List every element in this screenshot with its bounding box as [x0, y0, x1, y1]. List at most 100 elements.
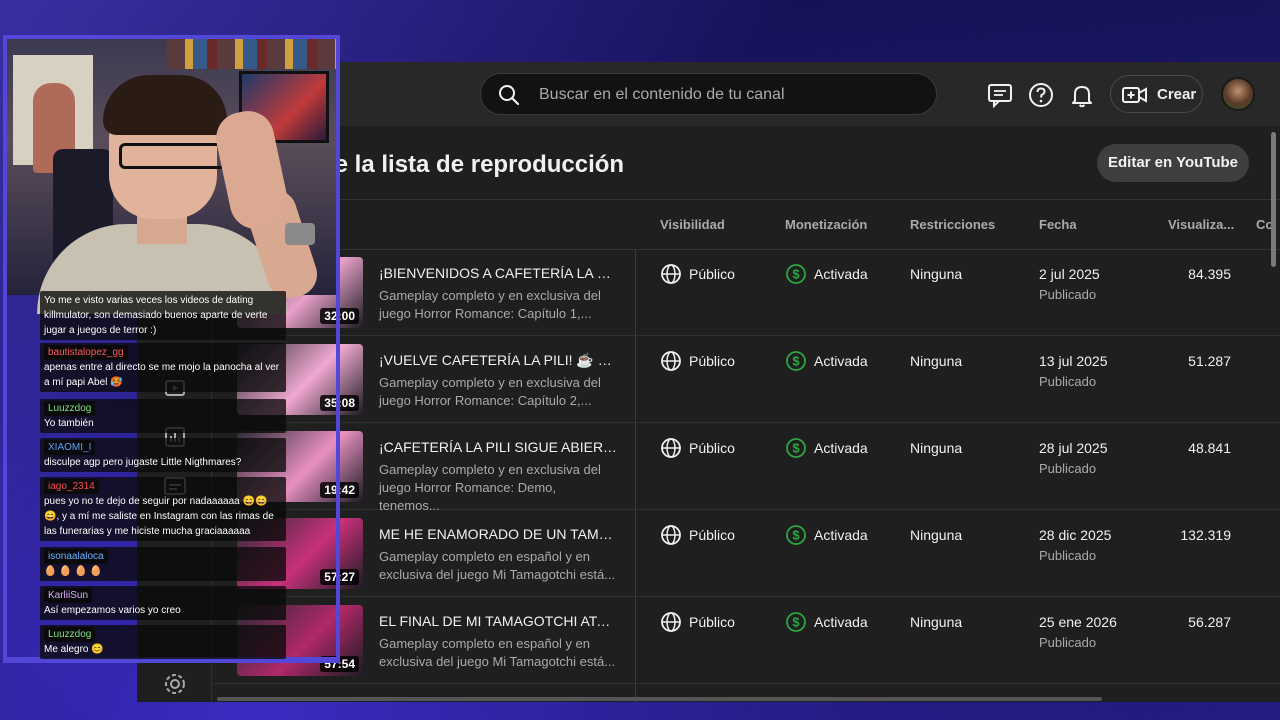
- monetization-value[interactable]: Activada: [814, 527, 868, 543]
- video-description: Gameplay completo en español y en exclus…: [379, 549, 616, 582]
- chat-username: Luuzzdog: [44, 627, 96, 642]
- monetization-value[interactable]: Activada: [814, 440, 868, 456]
- video-description: Gameplay completo en español y en exclus…: [379, 636, 616, 669]
- svg-text:$: $: [792, 354, 800, 369]
- date-status: Publicado: [1039, 287, 1097, 302]
- dollar-icon: $: [785, 263, 807, 290]
- table-row[interactable]: 57:27 ME HE ENAMORADO DE UN TAMAGO... Game…: [212, 510, 1280, 597]
- streamer-glasses: [119, 143, 227, 169]
- figure-shelf: [167, 39, 336, 69]
- date-value: 2 jul 2025: [1039, 266, 1100, 282]
- search-placeholder: Buscar en el contenido de tu canal: [539, 86, 785, 103]
- search-icon: [499, 85, 520, 106]
- horizontal-scrollbar[interactable]: [217, 697, 1102, 701]
- chat-text: 🥚 🥚 🥚 🥚: [44, 566, 103, 577]
- restrictions-value: Ninguna: [910, 614, 963, 630]
- table-row[interactable]: 57:54 EL FINAL DE MI TAMAGOTCHI ATAUL... G…: [212, 597, 1280, 684]
- chat-username: XIAOMI_I: [44, 440, 96, 455]
- date-status: Publicado: [1039, 374, 1097, 389]
- visibility-value[interactable]: Público: [689, 527, 735, 543]
- table-row[interactable]: 35:08 ¡VUELVE CAFETERÍA LA PILI! ☕ ¿QUI..…: [212, 336, 1280, 423]
- chat-username: iago_2314: [44, 479, 99, 494]
- video-title[interactable]: ¡VUELVE CAFETERÍA LA PILI! ☕ ¿QUI...: [379, 352, 619, 369]
- globe-icon: [660, 263, 682, 290]
- date-value: 25 ene 2026: [1039, 614, 1117, 630]
- create-button[interactable]: Crear: [1110, 75, 1203, 113]
- chat-text: disculpe agp pero jugaste Little Nigthma…: [44, 457, 242, 468]
- bell-icon[interactable]: [1068, 81, 1096, 109]
- column-header-date[interactable]: Fecha: [1039, 217, 1077, 232]
- video-description: Gameplay completo y en exclusiva del jue…: [379, 462, 601, 513]
- chat-username: KarliiSun: [44, 588, 93, 603]
- video-title[interactable]: ¡CAFETERÍA LA PILI SIGUE ABIERTA! ...: [379, 439, 619, 455]
- chat-text: Me alegro 😊: [44, 644, 104, 655]
- date-status: Publicado: [1039, 635, 1097, 650]
- date-value: 13 jul 2025: [1039, 353, 1108, 369]
- column-header-monetization[interactable]: Monetización: [785, 217, 867, 232]
- date-status: Publicado: [1039, 548, 1097, 563]
- visibility-value[interactable]: Público: [689, 266, 735, 282]
- visibility-value[interactable]: Público: [689, 614, 735, 630]
- chat-message: XIAOMI_I disculpe agp pero jugaste Little…: [40, 438, 286, 472]
- monetization-value[interactable]: Activada: [814, 266, 868, 282]
- video-title[interactable]: ¡BIENVENIDOS A CAFETERÍA LA PILI! ...: [379, 265, 619, 281]
- views-value: 84.395: [1188, 266, 1231, 282]
- chat-text: Así empezamos varios yo creo: [44, 605, 181, 616]
- chat-text: Yo también: [44, 418, 94, 429]
- dollar-icon: $: [785, 524, 807, 551]
- header-divider: [212, 199, 1280, 200]
- svg-text:$: $: [792, 267, 800, 282]
- monetization-value[interactable]: Activada: [814, 614, 868, 630]
- live-chat-overlay: Yo me e visto varias veces los videos de…: [40, 291, 286, 661]
- chat-message: Luuzzdog Yo también: [40, 399, 286, 433]
- help-icon[interactable]: [1027, 81, 1055, 109]
- column-separator: [635, 249, 636, 702]
- visibility-value[interactable]: Público: [689, 353, 735, 369]
- chat-message: Luuzzdog Me alegro 😊: [40, 625, 286, 659]
- page-title: de la lista de reproducción: [320, 151, 625, 178]
- restrictions-value: Ninguna: [910, 266, 963, 282]
- avatar[interactable]: [1221, 77, 1255, 111]
- chat-text: apenas entre al directo se me mojo la pa…: [44, 362, 280, 388]
- monetization-value[interactable]: Activada: [814, 353, 868, 369]
- table-row[interactable]: 19:42 ¡CAFETERÍA LA PILI SIGUE ABIERTA! .…: [212, 423, 1280, 513]
- search-box[interactable]: Buscar en el contenido de tu canal: [480, 73, 937, 115]
- video-description: Gameplay completo y en exclusiva del jue…: [379, 288, 601, 321]
- visibility-value[interactable]: Público: [689, 440, 735, 456]
- chat-message: bautistalopez_gg apenas entre al directo …: [40, 343, 286, 392]
- dollar-icon: $: [785, 611, 807, 638]
- chat-username: isonaalaloca: [44, 549, 108, 564]
- chat-text: pues yo no te dejo de seguir por nadaaaa…: [44, 496, 274, 537]
- restrictions-value: Ninguna: [910, 527, 963, 543]
- sidebar-settings-icon[interactable]: [162, 671, 188, 697]
- chat-text: Yo me e visto varias veces los videos de…: [44, 295, 268, 336]
- video-title[interactable]: ME HE ENAMORADO DE UN TAMAGO...: [379, 526, 619, 542]
- edit-on-youtube-button[interactable]: Editar en YouTube: [1097, 144, 1249, 182]
- views-value: 132.319: [1180, 527, 1231, 543]
- table-row[interactable]: 32:00 ¡BIENVENIDOS A CAFETERÍA LA PILI! .…: [212, 249, 1280, 336]
- restrictions-value: Ninguna: [910, 353, 963, 369]
- column-header-restrictions[interactable]: Restricciones: [910, 217, 995, 232]
- globe-icon: [660, 437, 682, 464]
- dollar-icon: $: [785, 437, 807, 464]
- feedback-icon[interactable]: [986, 81, 1014, 109]
- views-value: 51.287: [1188, 353, 1231, 369]
- video-description: Gameplay completo y en exclusiva del jue…: [379, 375, 601, 408]
- create-label: Crear: [1157, 86, 1197, 103]
- chat-message: KarliiSun Así empezamos varios yo creo: [40, 586, 286, 620]
- column-header-visibility[interactable]: Visibilidad: [660, 217, 725, 232]
- streamer-hair: [103, 75, 227, 135]
- chat-username: Luuzzdog: [44, 401, 96, 416]
- video-title[interactable]: EL FINAL DE MI TAMAGOTCHI ATAUL...: [379, 613, 619, 629]
- globe-icon: [660, 350, 682, 377]
- chat-message: Yo me e visto varias veces los videos de…: [40, 291, 286, 340]
- column-header-views[interactable]: Visualiza...: [1168, 217, 1234, 232]
- streamer-watch: [285, 223, 315, 245]
- globe-icon: [660, 524, 682, 551]
- views-value: 48.841: [1188, 440, 1231, 456]
- vertical-scrollbar[interactable]: [1271, 132, 1276, 267]
- date-status: Publicado: [1039, 461, 1097, 476]
- svg-text:$: $: [792, 441, 800, 456]
- restrictions-value: Ninguna: [910, 440, 963, 456]
- date-value: 28 dic 2025: [1039, 527, 1112, 543]
